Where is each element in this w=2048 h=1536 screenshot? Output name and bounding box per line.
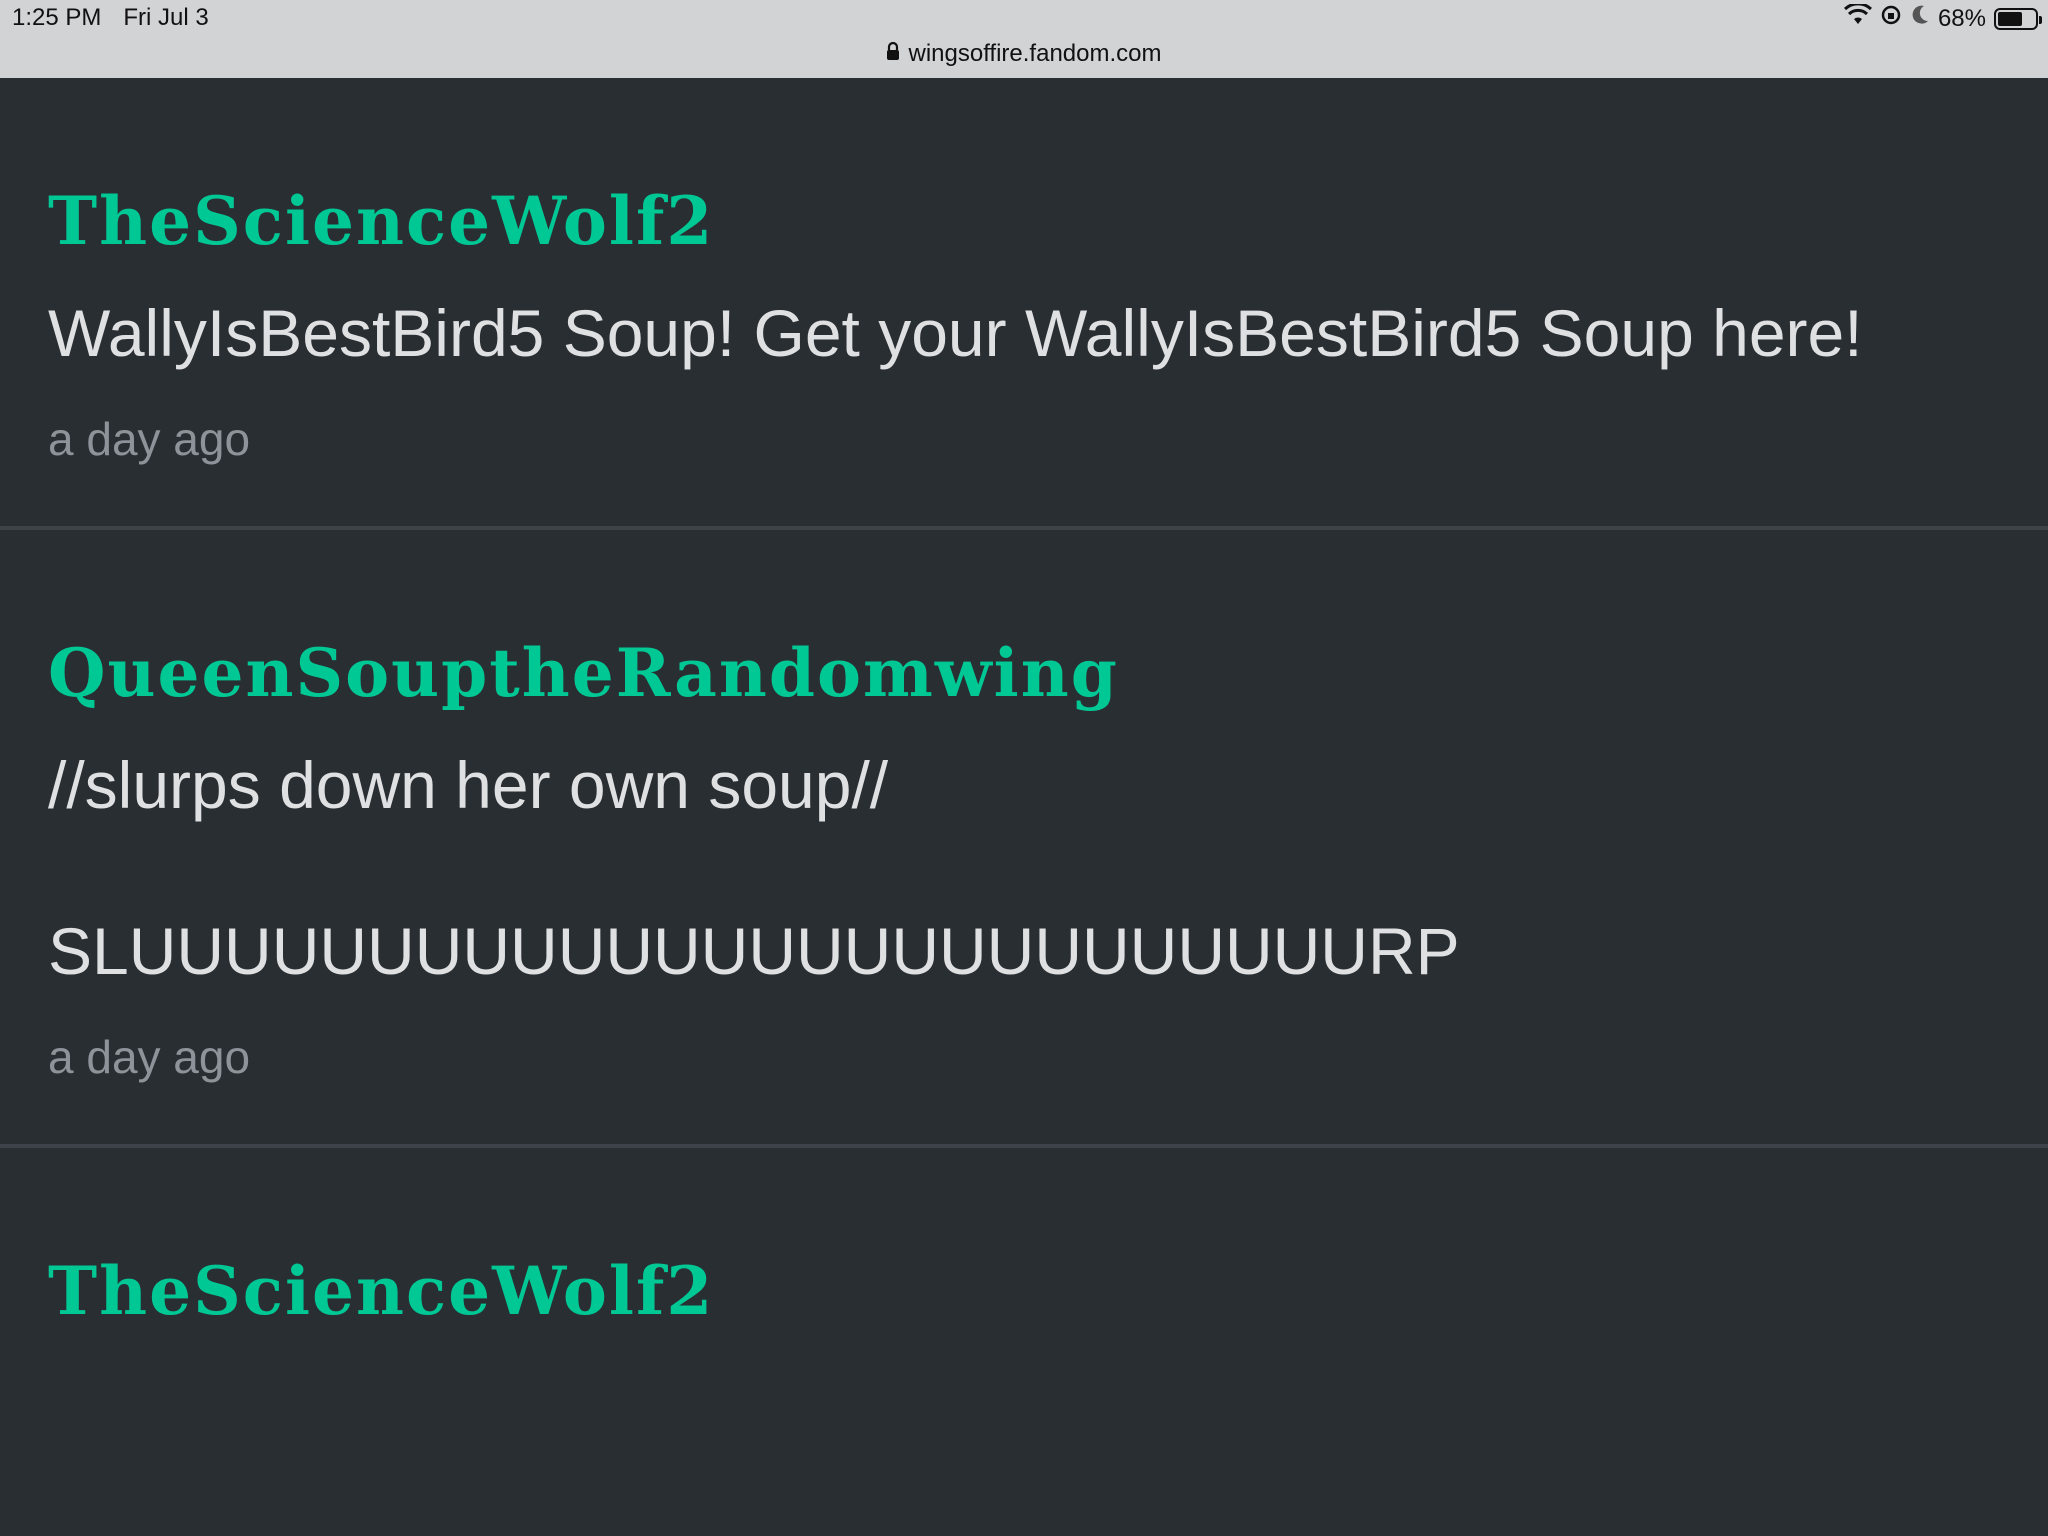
moon-icon (1910, 4, 1930, 33)
comment-timestamp: a day ago (48, 1030, 251, 1083)
status-left: 1:25 PM Fri Jul 3 (12, 4, 209, 32)
status-bar: 1:25 PM Fri Jul 3 68% wingsoffire.fandom… (0, 0, 2048, 78)
url-bar[interactable]: wingsoffire.fandom.com (0, 40, 2048, 68)
battery-fill (1998, 11, 2023, 26)
battery-icon (1994, 7, 2042, 30)
comment-author[interactable]: TheScienceWolf2 (48, 1258, 2000, 1324)
status-time: 1:25 PM (12, 4, 102, 31)
comment-item: TheScienceWolf2 (0, 1148, 2048, 1426)
comment-body: //slurps down her own soup// (48, 747, 889, 822)
comment-feed: TheScienceWolf2 WallyIsBestBird5 Soup! G… (0, 78, 2048, 1426)
status-date: Fri Jul 3 (123, 4, 209, 31)
status-right: 68% (1843, 2, 2042, 33)
orientation-lock-icon (1880, 4, 1902, 33)
lock-icon (886, 40, 900, 68)
battery-percent: 68% (1937, 4, 1986, 32)
comment-timestamp: a day ago (48, 412, 251, 465)
url-text[interactable]: wingsoffire.fandom.com (908, 40, 1161, 68)
comment-item: QueenSouptheRandomwing //slurps down her… (0, 530, 2048, 1148)
comment-body: WallyIsBestBird5 Soup! Get your WallyIsB… (48, 296, 1863, 370)
wifi-icon (1843, 2, 1872, 33)
comment-author[interactable]: TheScienceWolf2 (48, 188, 2000, 254)
comment-item: TheScienceWolf2 WallyIsBestBird5 Soup! G… (0, 78, 2048, 530)
comment-author[interactable]: QueenSouptheRandomwing (48, 640, 2000, 706)
comment-body: SLUUUUUUUUUUUUUUUUUUUUUUUUUURP (48, 913, 1460, 988)
